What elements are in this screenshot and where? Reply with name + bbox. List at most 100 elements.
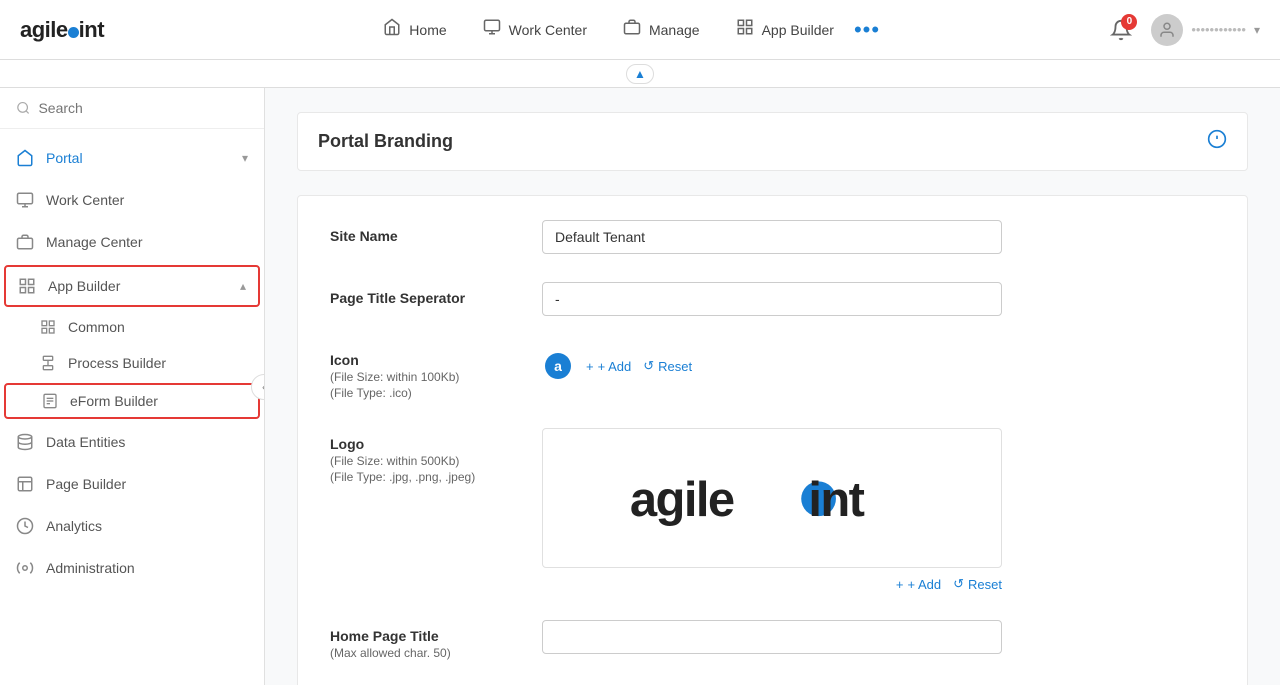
common-icon [40, 319, 56, 335]
logo-label: Logo (File Size: within 500Kb) (File Typ… [330, 428, 510, 484]
logo-control: agile int + + Add ↺ Reset [542, 428, 1215, 592]
sidebar-dataentities-label: Data Entities [46, 434, 248, 450]
logo-sub1: (File Size: within 500Kb) [330, 454, 510, 468]
form-section: Site Name Page Title Seperator Icon [297, 195, 1248, 685]
icon-sub2: (File Type: .ico) [330, 386, 510, 400]
icon-sub1: (File Size: within 100Kb) [330, 370, 510, 384]
form-row-titlesep: Page Title Seperator [330, 282, 1215, 316]
icon-preview: a [542, 350, 574, 382]
sidebar-workcenter-label: Work Center [46, 192, 248, 208]
form-row-sitename: Site Name [330, 220, 1215, 254]
grid-icon [736, 18, 754, 41]
notification-badge: 0 [1121, 14, 1137, 30]
sidebar-item-common[interactable]: Common [0, 309, 264, 345]
info-icon[interactable] [1207, 129, 1227, 154]
sidebar-processbuilder-label: Process Builder [68, 355, 166, 371]
form-row-icon: Icon (File Size: within 100Kb) (File Typ… [330, 344, 1215, 400]
monitor-icon [483, 18, 501, 41]
sidebar-nav: Portal ▾ Work Center Manage Center App B… [0, 129, 264, 685]
sitename-label: Site Name [330, 220, 510, 244]
nav-appbuilder[interactable]: App Builder [720, 10, 850, 49]
user-name-label: •••••••••••• [1191, 22, 1246, 37]
sidebar-item-appbuilder[interactable]: App Builder ▴ [4, 265, 260, 307]
titlesep-input[interactable] [542, 282, 1002, 316]
search-input[interactable] [38, 100, 248, 116]
sidebar-item-processbuilder[interactable]: Process Builder [0, 345, 264, 381]
home-label: Home [409, 22, 446, 38]
hometitle-control [542, 620, 1215, 654]
logo-preview-img: agile int [622, 458, 922, 538]
sidebar-administration-label: Administration [46, 560, 248, 576]
sitename-control [542, 220, 1215, 254]
sidebar-item-administration[interactable]: Administration [0, 547, 264, 589]
main-layout: Portal ▾ Work Center Manage Center App B… [0, 88, 1280, 685]
nav-more[interactable]: ••• [854, 17, 880, 43]
titlesep-control [542, 282, 1215, 316]
form-row-hometitle: Home Page Title (Max allowed char. 50) [330, 620, 1215, 660]
home-icon [383, 18, 401, 41]
app-logo[interactable]: agileint [20, 17, 104, 43]
page-header: Portal Branding [297, 112, 1248, 171]
logo-sub2: (File Type: .jpg, .png, .jpeg) [330, 470, 510, 484]
sidebar-search [0, 88, 264, 129]
sidebar-item-workcenter[interactable]: Work Center [0, 179, 264, 221]
icon-label: Icon (File Size: within 100Kb) (File Typ… [330, 344, 510, 400]
form-row-logo: Logo (File Size: within 500Kb) (File Typ… [330, 428, 1215, 592]
user-chevron-icon: ▾ [1254, 23, 1260, 37]
page-title: Portal Branding [318, 131, 453, 152]
nav-workcenter[interactable]: Work Center [467, 10, 603, 49]
icon-preview-img: a [544, 352, 572, 380]
plus-icon: + [586, 359, 594, 374]
notification-button[interactable]: 0 [1103, 12, 1139, 48]
logo-text: agileint [20, 17, 104, 43]
analytics-icon [16, 517, 34, 535]
top-navigation: agileint Home Work Center Manage App [0, 0, 1280, 60]
sidebar-item-managecenter[interactable]: Manage Center [0, 221, 264, 263]
logo-reset-button[interactable]: ↺ Reset [953, 576, 1002, 592]
sidebar-portal-label: Portal [46, 150, 230, 166]
appbuilder-chevron-icon: ▴ [240, 279, 246, 293]
nav-items: Home Work Center Manage App Builder ••• [144, 10, 1103, 49]
sidebar-item-analytics[interactable]: Analytics [0, 505, 264, 547]
icon-label-text: Icon [330, 352, 510, 368]
workcenter-label: Work Center [509, 22, 587, 38]
sidebar-appbuilder-label: App Builder [48, 278, 228, 294]
chevron-left-icon: ‹ [262, 380, 265, 394]
user-menu[interactable]: •••••••••••• ▾ [1151, 14, 1260, 46]
nav-manage[interactable]: Manage [607, 10, 716, 49]
logo-add-button[interactable]: + + Add [896, 576, 941, 592]
logo-preview-box: agile int [542, 428, 1002, 568]
nav-right: 0 •••••••••••• ▾ [1103, 12, 1260, 48]
sidebar-common-label: Common [68, 319, 125, 335]
sidebar-item-dataentities[interactable]: Data Entities [0, 421, 264, 463]
sidebar-analytics-label: Analytics [46, 518, 248, 534]
logo-plus-icon: + [896, 577, 904, 592]
logo-reset-icon: ↺ [953, 576, 964, 592]
sidebar-eformbuilder-label: eForm Builder [70, 393, 158, 409]
sidebar-managecenter-label: Manage Center [46, 234, 248, 250]
dataentities-icon [16, 433, 34, 451]
nav-home[interactable]: Home [367, 10, 462, 49]
titlesep-label: Page Title Seperator [330, 282, 510, 306]
hometitle-label: Home Page Title (Max allowed char. 50) [330, 620, 510, 660]
portal-chevron-icon: ▾ [242, 151, 248, 165]
sidebar-item-portal[interactable]: Portal ▾ [0, 137, 264, 179]
sidebar: Portal ▾ Work Center Manage Center App B… [0, 88, 265, 685]
icon-add-button[interactable]: + + Add [586, 359, 631, 374]
sitename-input[interactable] [542, 220, 1002, 254]
collapse-banner: ▲ [0, 60, 1280, 88]
appbuilder-label: App Builder [762, 22, 834, 38]
sidebar-item-eformbuilder[interactable]: eForm Builder [4, 383, 260, 419]
svg-text:a: a [554, 358, 562, 374]
hometitle-input[interactable] [542, 620, 1002, 654]
logo-actions: + + Add ↺ Reset [542, 576, 1002, 592]
collapse-button[interactable]: ▲ [626, 64, 654, 84]
icon-reset-button[interactable]: ↺ Reset [643, 358, 692, 374]
sidebar-item-pagebuilder[interactable]: Page Builder [0, 463, 264, 505]
eformbuilder-icon [42, 393, 58, 409]
titlesep-label-text: Page Title Seperator [330, 290, 510, 306]
chevron-up-icon: ▲ [634, 67, 646, 81]
more-icon: ••• [854, 17, 880, 42]
workcenter-sidebar-icon [16, 191, 34, 209]
administration-icon [16, 559, 34, 577]
